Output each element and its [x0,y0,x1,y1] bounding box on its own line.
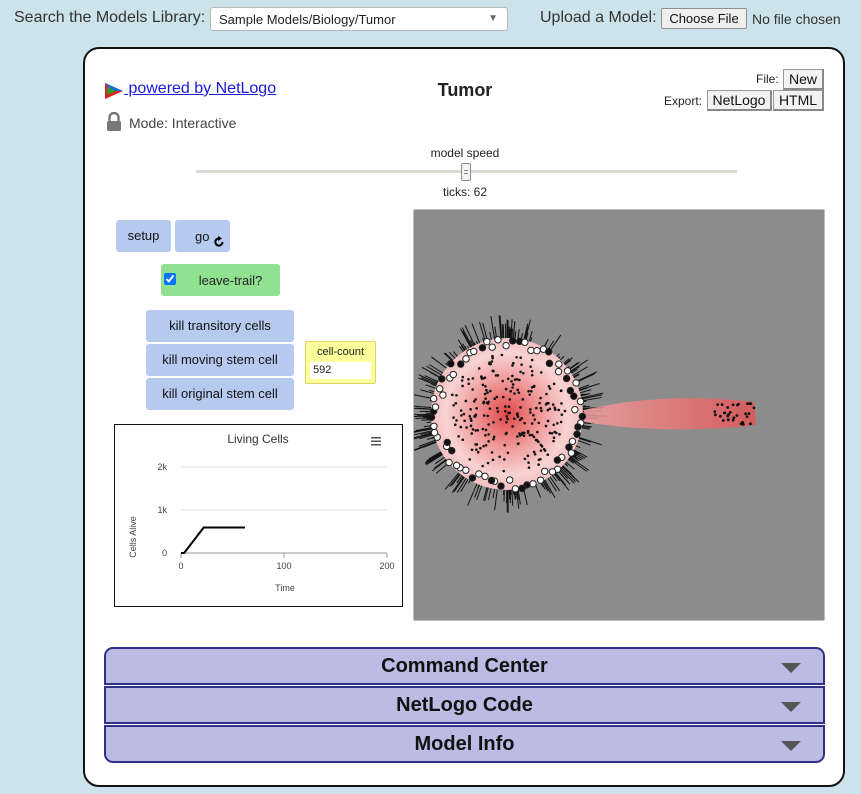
living-cells-plot: Living Cells Cells Alive Time 0 1k 2k 0 100 2… [114,424,403,607]
lock-icon [107,112,121,131]
x-axis-label: Time [275,583,295,593]
mode-text: Mode: Interactive [129,115,237,131]
x-tick-label: 200 [379,561,394,571]
choose-file-button[interactable]: Choose File [661,8,747,29]
monitor-label: cell-count [316,346,365,358]
kill-transitory-cells-button[interactable]: kill transitory cells [146,310,294,342]
plot-canvas: Living Cells Cells Alive Time 0 1k 2k 0 100 2… [128,432,395,593]
model-info-section[interactable]: Model Info [104,725,825,763]
x-tick-label: 0 [178,561,183,571]
triangle-down-icon [781,741,801,751]
selected-model-text: Sample Models/Biology/Tumor [219,12,396,27]
models-library-select[interactable]: Sample Models/Biology/Tumor ▼ [210,7,508,31]
ticks-counter: ticks: 62 [442,185,487,199]
x-tick-label: 100 [276,561,291,571]
command-center-label: Command Center [381,655,548,677]
new-model-button[interactable]: New [783,69,824,90]
y-tick-label: 1k [157,505,167,515]
triangle-down-icon [781,702,801,712]
model-speed-slider-handle[interactable] [461,163,471,181]
kill-original-stem-cell-button[interactable]: kill original stem cell [146,378,294,410]
powered-by-text: powered by NetLogo [124,80,277,97]
leave-trail-switch[interactable]: leave-trail? [161,264,280,296]
monitor-value: 592 [310,362,371,379]
netlogo-code-label: NetLogo Code [396,694,533,716]
kill-moving-stem-cell-button[interactable]: kill moving stem cell [146,344,294,376]
tumor-simulation-view [414,315,756,513]
y-tick-label: 0 [162,548,167,558]
export-html-button[interactable]: HTML [773,90,824,111]
y-tick-label: 2k [157,462,167,472]
export-netlogo-button[interactable]: NetLogo [707,90,772,111]
forever-icon [214,236,224,247]
upload-model-label: Upload a Model: [540,9,657,26]
netlogo-code-section[interactable]: NetLogo Code [104,686,825,724]
no-file-chosen-text: No file chosen [752,11,841,27]
model-title: Tumor [437,80,493,100]
leave-trail-label: leave-trail? [198,273,263,288]
netlogo-logo-icon [105,83,123,99]
search-models-label: Search the Models Library: [14,9,206,26]
triangle-down-icon [781,663,801,673]
hamburger-menu-icon[interactable] [371,437,381,446]
y-axis-label: Cells Alive [128,516,138,558]
chevron-down-icon: ▼ [488,13,498,24]
setup-button[interactable]: setup [116,220,171,252]
world-view[interactable] [413,209,825,621]
export-label: Export: [664,94,703,108]
command-center-section[interactable]: Command Center [104,647,825,685]
model-speed-label: model speed [430,146,500,160]
series-line [181,526,245,554]
cell-count-monitor: cell-count 592 [305,341,376,384]
go-label: go [195,229,210,244]
model-info-label: Model Info [414,733,515,755]
file-label: File: [756,72,779,86]
go-forever-button[interactable]: go [175,220,230,252]
chart-title: Living Cells [227,432,288,446]
